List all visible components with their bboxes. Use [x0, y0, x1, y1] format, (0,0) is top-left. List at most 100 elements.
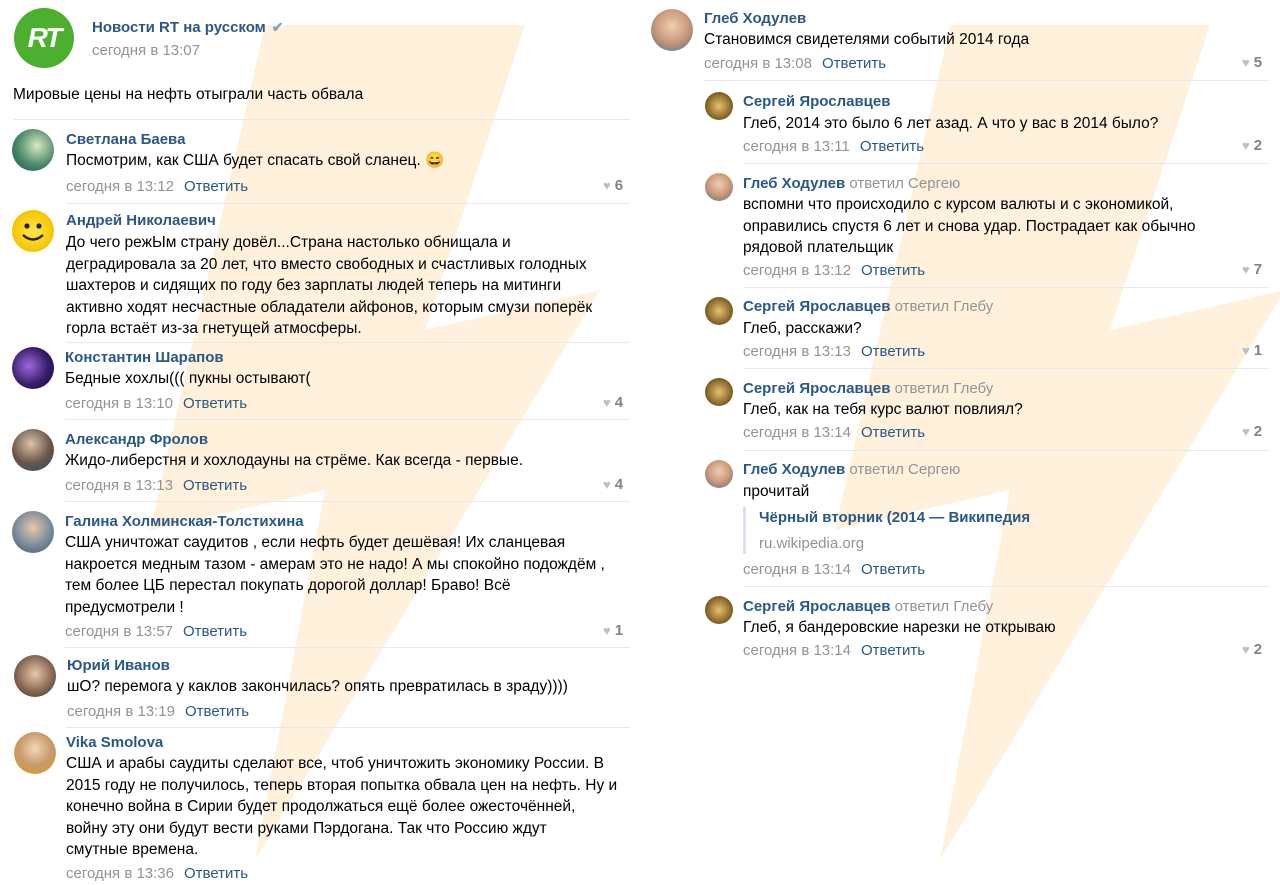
comment-time[interactable]: сегодня в 13:14	[743, 561, 851, 578]
link-title[interactable]: Чёрный вторник (2014 — Википедия	[759, 509, 1030, 526]
link-attachment[interactable]: Чёрный вторник (2014 — Википедия ru.wiki…	[743, 507, 1030, 554]
comment-author[interactable]: Александр Фролов	[65, 431, 208, 448]
avatar[interactable]	[14, 732, 56, 774]
comment-author[interactable]: Сергей Ярославцев ответил Глебу	[743, 598, 993, 615]
like-button[interactable]: ♥ 2	[1242, 423, 1262, 440]
comment-meta: сегодня в 13:14 Ответить	[743, 642, 925, 659]
like-button[interactable]: ♥ 1	[603, 622, 623, 639]
comment-text: Глеб, как на тебя курс валют повлиял?	[743, 401, 1023, 418]
heart-icon: ♥	[603, 395, 611, 410]
avatar[interactable]	[705, 596, 733, 624]
like-count: 5	[1253, 54, 1263, 71]
comment-meta: сегодня в 13:57 Ответить	[65, 623, 247, 640]
like-button[interactable]: ♥ 2	[1242, 137, 1262, 154]
avatar[interactable]	[12, 129, 54, 171]
like-button[interactable]: ♥ 4	[603, 476, 623, 493]
like-count: 4	[614, 394, 624, 411]
comment-author[interactable]: Юрий Иванов	[67, 657, 170, 674]
comment-time[interactable]: сегодня в 13:08	[704, 55, 812, 72]
comment-time[interactable]: сегодня в 13:36	[66, 865, 174, 882]
divider	[66, 727, 630, 728]
comment-time[interactable]: сегодня в 13:13	[65, 477, 173, 494]
avatar[interactable]	[12, 210, 54, 252]
smiley-icon	[22, 223, 44, 241]
comment-text: прочитай	[743, 483, 810, 500]
heart-icon: ♥	[603, 178, 611, 193]
comment-text: США уничтожат саудитов , если нефть буде…	[65, 534, 605, 616]
like-button[interactable]: ♥ 1	[1242, 342, 1262, 359]
comment-meta: сегодня в 13:13 Ответить	[743, 343, 925, 360]
link-domain[interactable]: ru.wikipedia.org	[759, 535, 864, 552]
heart-icon: ♥	[1242, 138, 1250, 153]
divider	[743, 586, 1269, 587]
heart-icon: ♥	[603, 623, 611, 638]
avatar[interactable]	[12, 511, 54, 553]
reply-button[interactable]: Ответить	[183, 395, 247, 412]
reply-button[interactable]: Ответить	[184, 865, 248, 882]
comment-time[interactable]: сегодня в 13:14	[743, 424, 851, 441]
comment-time[interactable]: сегодня в 13:19	[67, 703, 175, 720]
comment-text: США и арабы саудиты сделают все, чтоб ун…	[66, 755, 618, 858]
comment-time[interactable]: сегодня в 13:57	[65, 623, 173, 640]
heart-icon: ♥	[1242, 642, 1250, 657]
comment-author[interactable]: Сергей Ярославцев ответил Глебу	[743, 380, 993, 397]
reply-button[interactable]: Ответить	[860, 138, 924, 155]
avatar[interactable]	[705, 378, 733, 406]
comment-author[interactable]: Андрей Николаевич	[66, 212, 216, 229]
comment-author[interactable]: Галина Холминская-Толстихина	[65, 513, 304, 530]
comment-author[interactable]: Глеб Ходулев ответил Сергею	[743, 461, 960, 478]
like-button[interactable]: ♥ 6	[603, 177, 623, 194]
reply-button[interactable]: Ответить	[183, 477, 247, 494]
like-button[interactable]: ♥ 4	[603, 394, 623, 411]
comment-text: Бедные хохлы((( пукны остывают(	[65, 370, 311, 387]
comment-time[interactable]: сегодня в 13:12	[66, 178, 174, 195]
comment-author[interactable]: Сергей Ярославцев	[743, 93, 890, 110]
reply-button[interactable]: Ответить	[861, 343, 925, 360]
comment-time[interactable]: сегодня в 13:10	[65, 395, 173, 412]
reply-button[interactable]: Ответить	[861, 561, 925, 578]
reply-button[interactable]: Ответить	[861, 424, 925, 441]
comment-author[interactable]: Сергей Ярославцев ответил Глебу	[743, 298, 993, 315]
avatar[interactable]	[12, 429, 54, 471]
reply-button[interactable]: Ответить	[861, 262, 925, 279]
avatar[interactable]	[705, 92, 733, 120]
like-button[interactable]: ♥ 2	[1242, 641, 1262, 658]
like-count: 1	[1253, 342, 1263, 359]
comment-time[interactable]: сегодня в 13:13	[743, 343, 851, 360]
avatar[interactable]	[705, 460, 733, 488]
reply-button[interactable]: Ответить	[184, 178, 248, 195]
reply-button[interactable]: Ответить	[183, 623, 247, 640]
group-avatar[interactable]: RT	[14, 8, 74, 68]
comment-meta: сегодня в 13:08 Ответить	[704, 55, 886, 72]
reply-button[interactable]: Ответить	[861, 642, 925, 659]
comment-time[interactable]: сегодня в 13:11	[743, 138, 850, 155]
reply-button[interactable]: Ответить	[185, 703, 249, 720]
divider	[66, 203, 630, 204]
heart-icon: ♥	[1242, 343, 1250, 358]
comment-author[interactable]: Vika Smolova	[66, 734, 163, 751]
like-button[interactable]: ♥ 5	[1242, 54, 1262, 71]
divider	[14, 119, 630, 120]
comment-text: Становимся свидетелями событий 2014 года	[704, 31, 1030, 48]
comment-meta: сегодня в 13:12 Ответить	[66, 178, 248, 195]
avatar[interactable]	[14, 655, 56, 697]
comment-author[interactable]: Константин Шарапов	[65, 349, 224, 366]
like-count: 4	[614, 476, 624, 493]
comment-meta: сегодня в 13:14 Ответить	[743, 424, 925, 441]
post-text: Мировые цены на нефть отыграли часть обв…	[13, 86, 364, 103]
avatar[interactable]	[12, 347, 54, 389]
avatar[interactable]	[651, 9, 693, 51]
comment-time[interactable]: сегодня в 13:12	[743, 262, 851, 279]
comment-time[interactable]: сегодня в 13:14	[743, 642, 851, 659]
avatar[interactable]	[705, 173, 733, 201]
group-name[interactable]: Новости RT на русском ✔	[92, 19, 284, 36]
reply-button[interactable]: Ответить	[822, 55, 886, 72]
comment-author[interactable]: Светлана Баева	[66, 131, 185, 148]
comment-text: шО? перемога у каклов закончилась? опять…	[67, 678, 568, 695]
post-date[interactable]: сегодня в 13:07	[92, 42, 200, 59]
divider	[704, 80, 1269, 81]
avatar[interactable]	[705, 297, 733, 325]
like-button[interactable]: ♥ 7	[1242, 261, 1262, 278]
comment-author[interactable]: Глеб Ходулев ответил Сергею	[743, 175, 960, 192]
comment-author[interactable]: Глеб Ходулев	[704, 10, 806, 27]
